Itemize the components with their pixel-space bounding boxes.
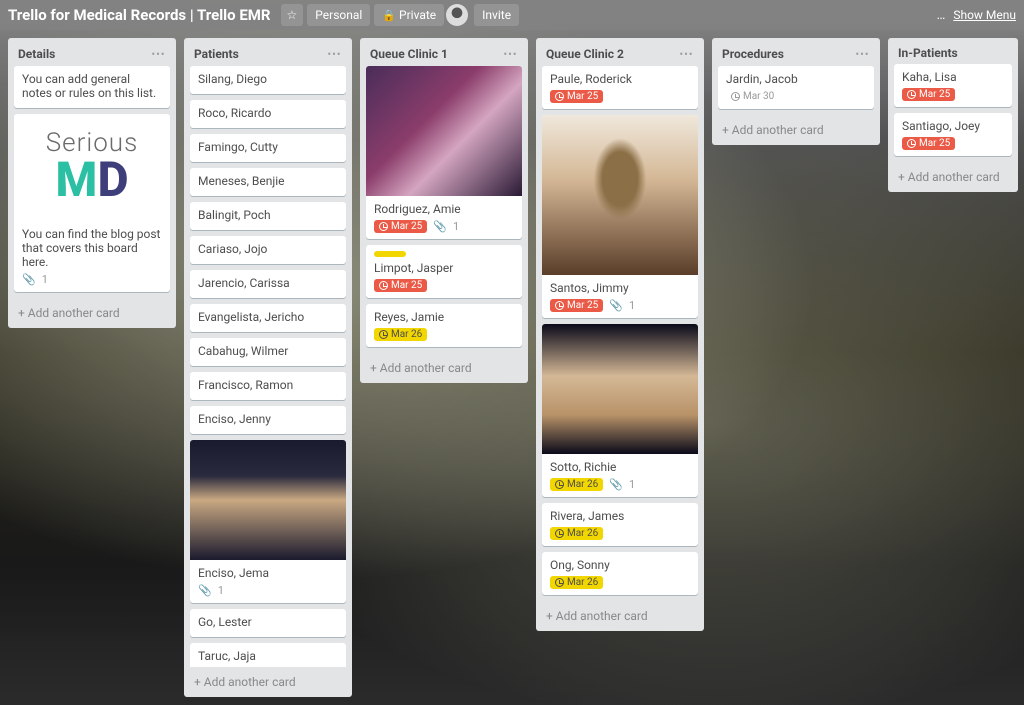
star-icon: ☆ — [287, 8, 298, 22]
card[interactable]: Serious MD You can find the blog post th… — [14, 114, 170, 292]
list-queue-1: Queue Clinic 1 ⋯ Rodriguez, Amie Mar 25 … — [360, 38, 528, 383]
list-inpatients: In-Patients Kaha, Lisa Mar 25 Santiago, … — [888, 38, 1018, 192]
list-title[interactable]: In-Patients — [898, 46, 958, 60]
invite-button[interactable]: Invite — [474, 4, 519, 26]
clock-icon — [379, 281, 388, 290]
attachment-icon: 📎 — [22, 273, 36, 286]
add-card-button[interactable]: Add another card — [8, 298, 176, 328]
clock-icon — [379, 222, 388, 231]
board-menu-dots[interactable]: … — [937, 8, 948, 23]
due-badge: Mar 26 — [550, 478, 603, 491]
card[interactable]: Roco, Ricardo — [190, 100, 346, 128]
card-cover-image — [190, 440, 346, 560]
due-badge: Mar 25 — [374, 279, 427, 292]
clock-icon — [555, 578, 564, 587]
member-avatar[interactable] — [446, 4, 468, 26]
card[interactable]: Limpot, Jasper Mar 25 — [366, 245, 522, 298]
due-badge: Mar 25 — [550, 90, 603, 103]
card[interactable]: Kaha, Lisa Mar 25 — [894, 64, 1012, 107]
list-queue-2: Queue Clinic 2 ⋯ Paule, Roderick Mar 25 … — [536, 38, 704, 631]
card-cover-image — [542, 115, 698, 275]
due-badge: Mar 26 — [374, 328, 427, 341]
card[interactable]: Famingo, Cutty — [190, 134, 346, 162]
card-cover-image — [366, 66, 522, 196]
due-badge: Mar 30 — [726, 90, 779, 103]
list-title[interactable]: Queue Clinic 1 — [370, 47, 448, 61]
card[interactable]: Cabahug, Wilmer — [190, 338, 346, 366]
list-details: Details ⋯ You can add general notes or r… — [8, 38, 176, 328]
list-menu-icon[interactable]: ⋯ — [503, 46, 518, 62]
card-cover-image — [542, 324, 698, 454]
clock-icon — [555, 480, 564, 489]
card[interactable]: Reyes, Jamie Mar 26 — [366, 304, 522, 347]
due-badge: Mar 25 — [550, 299, 603, 312]
card[interactable]: Jardin, Jacob Mar 30 — [718, 66, 874, 109]
card[interactable]: Enciso, Jenny — [190, 406, 346, 434]
list-title[interactable]: Procedures — [722, 47, 784, 61]
card[interactable]: Rivera, James Mar 26 — [542, 503, 698, 546]
card[interactable]: Santiago, Joey Mar 25 — [894, 113, 1012, 156]
visibility-personal[interactable]: Personal — [307, 4, 370, 26]
card[interactable]: Evangelista, Jericho — [190, 304, 346, 332]
due-badge: Mar 25 — [902, 88, 955, 101]
add-card-button[interactable]: Add another card — [536, 601, 704, 631]
board-header: Trello for Medical Records | Trello EMR … — [0, 0, 1024, 30]
lock-icon: 🔒 — [382, 9, 396, 22]
card[interactable]: Silang, Diego — [190, 66, 346, 94]
list-patients: Patients ⋯ Silang, Diego Roco, Ricardo Fam… — [184, 38, 352, 697]
logo-image: Serious MD — [14, 114, 170, 215]
add-card-button[interactable]: Add another card — [360, 353, 528, 383]
attachment-icon: 📎 — [433, 220, 447, 233]
list-procedures: Procedures ⋯ Jardin, Jacob Mar 30 Add an… — [712, 38, 880, 145]
clock-icon — [731, 92, 740, 101]
attachment-icon: 📎 — [609, 299, 623, 312]
list-title[interactable]: Queue Clinic 2 — [546, 47, 624, 61]
due-badge: Mar 26 — [550, 576, 603, 589]
clock-icon — [907, 139, 916, 148]
card[interactable]: You can add general notes or rules on th… — [14, 66, 170, 108]
due-badge: Mar 26 — [550, 527, 603, 540]
clock-icon — [555, 301, 564, 310]
clock-icon — [555, 92, 564, 101]
card[interactable]: Balingit, Poch — [190, 202, 346, 230]
card[interactable]: Santos, Jimmy Mar 25📎1 — [542, 115, 698, 318]
clock-icon — [555, 529, 564, 538]
card[interactable]: Meneses, Benjie — [190, 168, 346, 196]
clock-icon — [379, 330, 388, 339]
label-yellow — [374, 251, 406, 257]
add-card-button[interactable]: Add another card — [712, 115, 880, 145]
due-badge: Mar 25 — [374, 220, 427, 233]
add-card-button[interactable]: Add another card — [888, 162, 1018, 192]
attachment-icon: 📎 — [609, 478, 623, 491]
card[interactable]: Jarencio, Carissa — [190, 270, 346, 298]
list-menu-icon[interactable]: ⋯ — [327, 46, 342, 62]
list-menu-icon[interactable]: ⋯ — [151, 46, 166, 62]
clock-icon — [907, 90, 916, 99]
card[interactable]: Ong, Sonny Mar 26 — [542, 552, 698, 595]
list-title[interactable]: Patients — [194, 47, 239, 61]
card[interactable]: Paule, Roderick Mar 25 — [542, 66, 698, 109]
card[interactable]: Rodriguez, Amie Mar 25 📎1 — [366, 66, 522, 239]
card[interactable]: Taruc, Jaja — [190, 643, 346, 667]
visibility-private[interactable]: 🔒Private — [374, 4, 444, 26]
list-menu-icon[interactable]: ⋯ — [855, 46, 870, 62]
card[interactable]: Francisco, Ramon — [190, 372, 346, 400]
due-badge: Mar 25 — [902, 137, 955, 150]
board-title[interactable]: Trello for Medical Records | Trello EMR — [8, 6, 271, 24]
attachment-icon: 📎 — [198, 584, 212, 597]
add-card-button[interactable]: Add another card — [184, 667, 352, 697]
star-button[interactable]: ☆ — [281, 4, 304, 26]
list-title[interactable]: Details — [18, 47, 55, 61]
list-menu-icon[interactable]: ⋯ — [679, 46, 694, 62]
card[interactable]: Cariaso, Jojo — [190, 236, 346, 264]
card[interactable]: Go, Lester — [190, 609, 346, 637]
card[interactable]: Sotto, Richie Mar 26📎1 — [542, 324, 698, 497]
card[interactable]: Enciso, Jema📎1 — [190, 440, 346, 603]
show-menu-link[interactable]: Show Menu — [953, 8, 1016, 22]
board-canvas[interactable]: Details ⋯ You can add general notes or r… — [0, 30, 1024, 705]
